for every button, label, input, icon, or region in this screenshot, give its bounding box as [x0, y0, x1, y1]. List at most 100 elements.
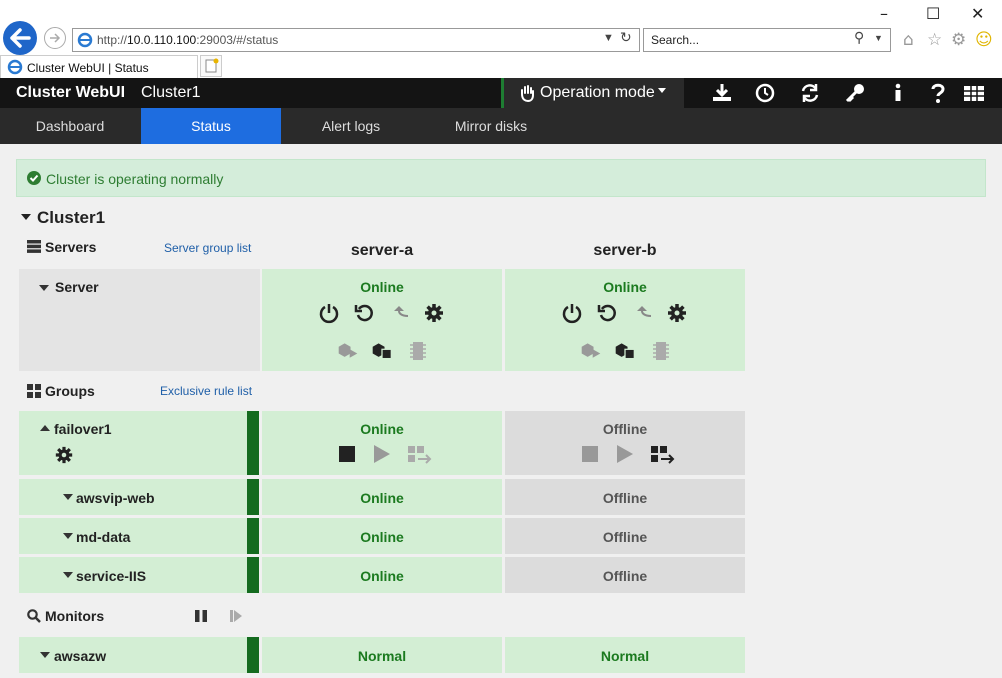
settings-gear-icon[interactable]: ⚙ [951, 30, 966, 50]
refresh-icon[interactable]: ↻ [620, 30, 632, 46]
header-cluster-name: Cluster1 [141, 84, 201, 101]
server-row-label-cell: Server [19, 269, 260, 371]
resource-awsvip-web-label: awsvip-web [76, 490, 155, 506]
resource-md-data-label: md-data [76, 529, 131, 545]
settings-gear-icon[interactable] [54, 445, 74, 465]
favorites-star-icon[interactable]: ☆ [927, 30, 942, 50]
start-box-icon[interactable] [580, 340, 602, 362]
search-dropdown-icon[interactable]: ▼ [874, 33, 883, 43]
monitor-status: Normal [600, 648, 650, 664]
power-icon[interactable] [561, 302, 583, 324]
monitors-section-title: Monitors [45, 608, 105, 624]
chip-icon[interactable] [650, 340, 672, 362]
collapse-monitor-icon[interactable] [40, 652, 50, 658]
expand-group-icon[interactable] [40, 425, 50, 431]
group-failover1-server-b-status: Offline [602, 421, 648, 437]
resource-status: Offline [602, 568, 648, 584]
nav-tabs: Dashboard Status Alert logs Mirror disks [0, 108, 1002, 144]
close-icon[interactable]: ✕ [971, 4, 984, 23]
resource-service-iis-server-a: Online [262, 557, 502, 593]
settings-gear-icon[interactable] [666, 302, 688, 324]
tab-dashboard[interactable]: Dashboard [0, 108, 140, 144]
settings-gear-icon[interactable] [423, 302, 445, 324]
resource-status-bar [247, 479, 259, 515]
resource-row-label-cell: md-data [19, 518, 247, 554]
resource-status-bar [247, 518, 259, 554]
cluster-title: Cluster1 [37, 208, 106, 227]
operation-mode-button[interactable]: Operation mode [501, 78, 684, 108]
return-up-icon[interactable] [388, 302, 410, 324]
power-icon[interactable] [318, 302, 340, 324]
servers-icon [27, 240, 41, 253]
server-b-status: Online [603, 279, 647, 295]
return-up-icon[interactable] [631, 302, 653, 324]
server-a-status: Online [360, 279, 404, 295]
stop-box-icon[interactable] [371, 340, 393, 362]
collapse-cluster-icon[interactable] [21, 214, 31, 220]
tab-status[interactable]: Status [141, 108, 281, 144]
play-icon[interactable] [370, 443, 392, 465]
chip-icon[interactable] [407, 340, 429, 362]
group-failover1-server-a-status: Online [360, 421, 404, 437]
stop-box-icon[interactable] [614, 340, 636, 362]
collapse-resource-icon[interactable] [63, 572, 73, 578]
server-b-heading: server-b [593, 242, 657, 259]
resource-md-data-server-b: Offline [505, 518, 745, 554]
minimize-icon[interactable]: – [880, 4, 888, 23]
dropdown-arrow-icon[interactable]: ▼ [603, 32, 614, 44]
smiley-icon[interactable]: ☺ [975, 30, 993, 50]
monitor-status-bar [247, 637, 259, 673]
help-icon[interactable] [926, 82, 950, 104]
servers-section-title: Servers [45, 239, 97, 255]
collapse-resource-icon[interactable] [63, 533, 73, 539]
key-icon[interactable] [843, 82, 867, 104]
resource-md-data-server-a: Online [262, 518, 502, 554]
refresh-icon[interactable] [798, 82, 822, 104]
browser-tab[interactable]: Cluster WebUI | Status [0, 55, 198, 78]
status-alert: Cluster is operating normally [16, 159, 986, 197]
back-button[interactable] [3, 21, 37, 55]
monitor-awsazw-label: awsazw [54, 648, 107, 664]
maximize-icon[interactable]: ☐ [926, 4, 940, 23]
ie-tab-icon [7, 59, 23, 75]
groups-icon [27, 384, 41, 398]
move-group-icon[interactable] [406, 443, 434, 465]
move-group-icon[interactable] [649, 443, 677, 465]
app-brand: Cluster WebUI [16, 84, 126, 101]
play-icon[interactable] [613, 443, 635, 465]
download-icon[interactable] [710, 82, 734, 104]
exclusive-rule-list-link[interactable]: Exclusive rule list [160, 384, 252, 398]
resource-service-iis-server-b: Offline [505, 557, 745, 593]
server-group-list-link[interactable]: Server group list [164, 241, 251, 255]
info-icon[interactable] [886, 82, 910, 104]
new-tab-button[interactable] [200, 55, 222, 77]
search-icon[interactable]: ⚲ [854, 30, 864, 46]
resource-row-label-cell: service-IIS [19, 557, 247, 593]
collapse-resource-icon[interactable] [63, 494, 73, 500]
pause-icon[interactable] [194, 609, 208, 623]
tab-mirror-disks[interactable]: Mirror disks [421, 108, 561, 144]
address-bar[interactable]: http://10.0.110.100:29003/#/status ▼ ↻ [72, 28, 640, 52]
group-status-bar [247, 411, 259, 475]
back-arrow-icon [10, 28, 31, 48]
monitor-row-label-cell: awsazw [19, 637, 247, 673]
resume-icon[interactable] [229, 609, 243, 623]
stop-icon[interactable] [336, 443, 358, 465]
resource-status-bar [247, 557, 259, 593]
collapse-server-icon[interactable] [39, 285, 49, 291]
tab-alert-logs[interactable]: Alert logs [281, 108, 421, 144]
resource-awsvip-web-server-a: Online [262, 479, 502, 515]
history-clock-icon[interactable] [753, 82, 777, 104]
start-box-icon[interactable] [337, 340, 359, 362]
home-icon[interactable]: ⌂ [903, 30, 914, 50]
stop-icon[interactable] [579, 443, 601, 465]
search-box[interactable]: Search... ⚲ ▼ [643, 28, 891, 52]
app-menu-icon[interactable] [962, 82, 986, 104]
resource-status: Online [360, 568, 404, 584]
restart-icon[interactable] [353, 302, 375, 324]
resource-status: Offline [602, 529, 648, 545]
alert-text: Cluster is operating normally [46, 171, 224, 187]
browser-chrome: – ☐ ✕ http://10.0.110.100:29003/#/status… [0, 0, 1002, 79]
restart-icon[interactable] [596, 302, 618, 324]
forward-button[interactable] [44, 27, 66, 49]
